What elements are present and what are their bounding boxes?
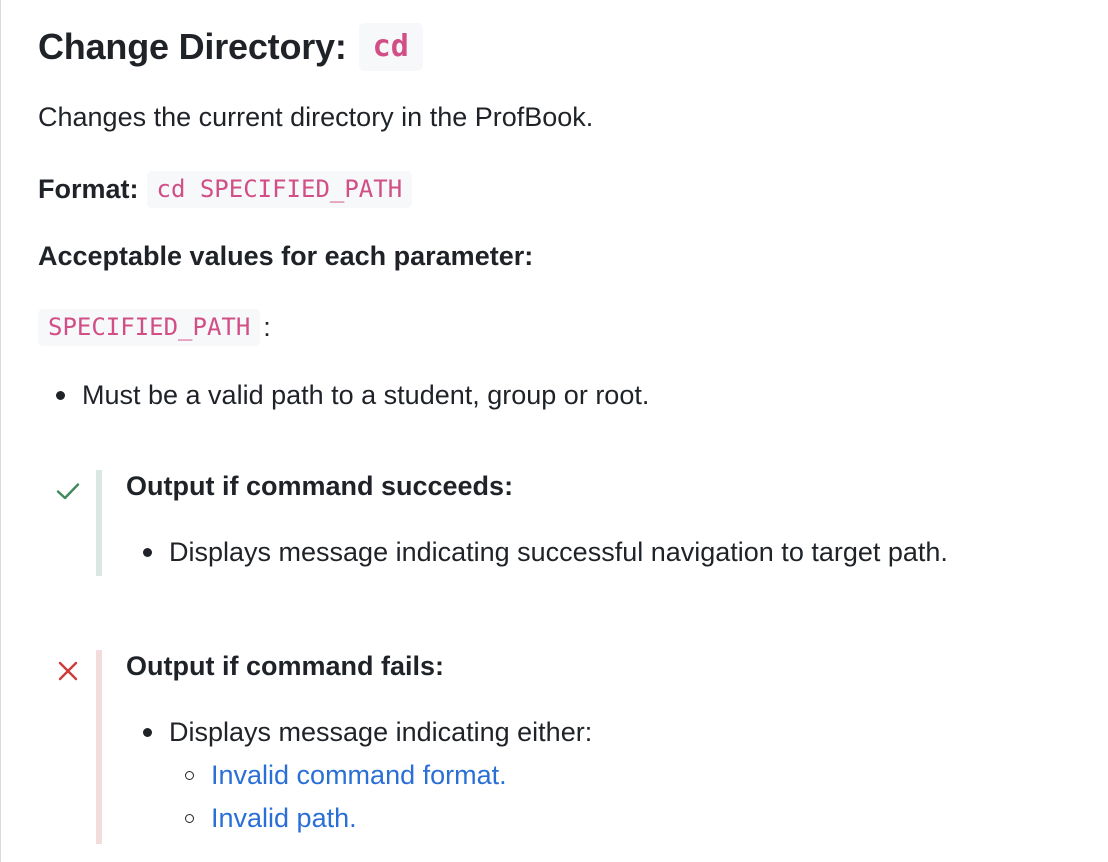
sub-bullet-icon [185,771,194,780]
cross-icon [54,657,82,685]
failure-callout-bar [96,650,102,844]
list-item: Must be a valid path to a student, group… [56,380,649,411]
list-item: Displays message indicating successful n… [143,537,948,568]
invalid-path-link[interactable]: Invalid path. [211,803,357,834]
left-border [0,0,1,862]
parameter-name-code: SPECIFIED_PATH [38,308,261,346]
parameter-name-line: SPECIFIED_PATH : [38,307,271,347]
list-item: Displays message indicating either: [143,717,592,748]
failure-callout-title: Output if command fails: [126,651,445,681]
parameter-rule-text: Must be a valid path to a student, group… [82,380,650,410]
parameters-title: Acceptable values for each parameter: [38,241,534,271]
success-message-text: Displays message indicating successful n… [169,537,948,567]
success-callout-bar [96,470,102,576]
heading-command-code: cd [358,23,423,71]
section-heading: Change Directory: cd [38,22,423,72]
format-line: Format: cd SPECIFIED_PATH [38,168,413,210]
format-code: cd SPECIFIED_PATH [146,170,413,208]
command-description: Changes the current directory in the Pro… [38,102,594,132]
invalid-command-format-link[interactable]: Invalid command format. [211,760,507,791]
parameter-separator: : [263,311,271,342]
bullet-icon [56,391,65,400]
bullet-icon [143,548,152,557]
bullet-icon [143,728,152,737]
check-icon [54,477,82,505]
list-item: Invalid path. [185,803,357,834]
failure-message-text: Displays message indicating either: [169,717,593,747]
list-item: Invalid command format. [185,760,507,791]
sub-bullet-icon [185,814,194,823]
success-callout-title: Output if command succeeds: [126,471,514,501]
format-label: Format: [38,173,139,204]
heading-title: Change Directory: [38,26,347,67]
